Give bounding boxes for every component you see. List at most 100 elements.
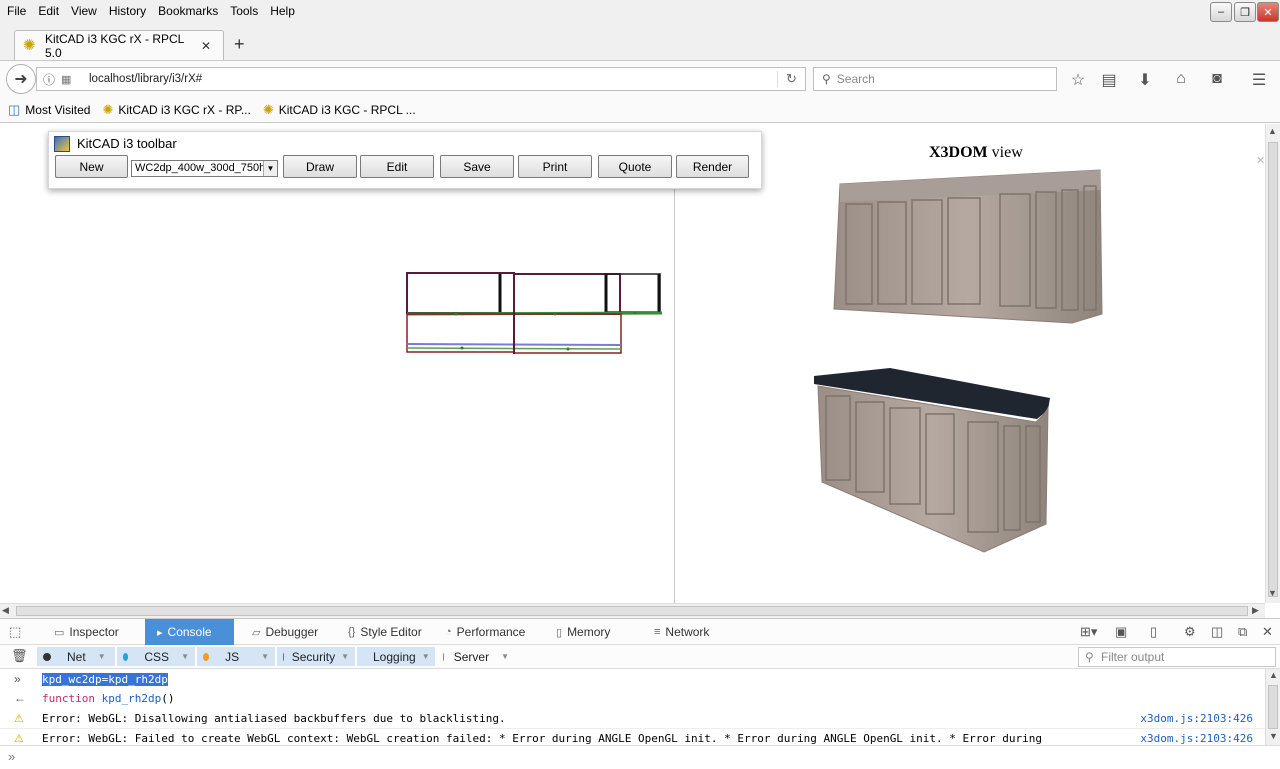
- scroll-left-icon[interactable]: ◀: [2, 605, 9, 616]
- scrollbar-thumb[interactable]: [16, 606, 1248, 616]
- filter-js[interactable]: JS ▼: [197, 647, 275, 666]
- home-icon[interactable]: ⌂: [1171, 70, 1191, 88]
- settings-gear-icon[interactable]: ⚙: [1184, 624, 1196, 640]
- url-bar[interactable]: ⓘ ▦ localhost/library/i3/rX# ↻: [36, 67, 806, 91]
- maximize-button[interactable]: ❐: [1234, 2, 1256, 22]
- edit-button[interactable]: Edit: [360, 155, 434, 178]
- new-tab-button[interactable]: +: [234, 34, 245, 55]
- base-cabinet-outline[interactable]: [406, 313, 515, 353]
- tab-strip: ✺ KitCAD i3 KGC rX - RPCL 5.0 ✕ +: [0, 22, 1280, 60]
- close-devtools-icon[interactable]: ✕: [1262, 624, 1273, 640]
- menu-bookmarks[interactable]: Bookmarks: [152, 4, 224, 18]
- toolbar-title: KitCAD i3 toolbar: [77, 136, 177, 151]
- save-button[interactable]: Save: [440, 155, 514, 178]
- dock-layout-icon[interactable]: ⊞▾: [1080, 624, 1097, 640]
- filter-server[interactable]: Server ▼: [437, 647, 515, 666]
- plan-view-canvas[interactable]: [400, 264, 670, 364]
- chevron-down-icon[interactable]: ▼: [263, 161, 277, 176]
- scroll-down-icon[interactable]: ▼: [1269, 731, 1278, 741]
- tab-console[interactable]: ▸ Console: [145, 619, 234, 645]
- menu-edit[interactable]: Edit: [32, 4, 65, 18]
- scroll-down-icon[interactable]: ▼: [1268, 588, 1277, 598]
- bookmark-most-visited[interactable]: ◫ Most Visited: [8, 102, 90, 118]
- snap-point[interactable]: [553, 312, 557, 316]
- filter-net[interactable]: Net ▼: [37, 647, 115, 666]
- element-picker-icon[interactable]: ⬚: [9, 624, 21, 640]
- cabinet-outline[interactable]: [406, 272, 515, 314]
- page-vertical-scrollbar[interactable]: ▲ ▼: [1265, 124, 1280, 603]
- dock-side-icon[interactable]: ◫: [1211, 624, 1223, 640]
- scroll-right-icon[interactable]: ▶: [1252, 605, 1259, 616]
- back-button[interactable]: ➜: [6, 64, 36, 94]
- error-source-link[interactable]: x3dom.js:2103:426: [1140, 732, 1253, 745]
- tab-style-editor[interactable]: {} Style Editor: [340, 619, 432, 645]
- bookmark-kitcad-rx[interactable]: ✺ KitCAD i3 KGC rX - RP...: [102, 102, 250, 118]
- new-button[interactable]: New: [55, 155, 128, 178]
- close-window-button[interactable]: ✕: [1257, 2, 1279, 22]
- snap-point[interactable]: [454, 312, 458, 316]
- trash-icon[interactable]: 🗑: [11, 648, 28, 664]
- scroll-up-icon[interactable]: ▲: [1269, 670, 1278, 680]
- tab-inspector[interactable]: ▭ Inspector: [44, 619, 126, 645]
- menu-file[interactable]: File: [0, 4, 32, 18]
- snap-point[interactable]: [460, 346, 464, 350]
- menu-history[interactable]: History: [103, 4, 152, 18]
- close-view-icon[interactable]: ✕: [1256, 154, 1265, 167]
- bookmark-kitcad-kgc[interactable]: ✺ KitCAD i3 KGC - RPCL ...: [263, 102, 416, 118]
- filter-logging[interactable]: Logging ▼: [357, 647, 435, 666]
- tab-debugger[interactable]: ▱ Debugger: [244, 619, 332, 645]
- print-button[interactable]: Print: [518, 155, 592, 178]
- draw-button[interactable]: Draw: [283, 155, 357, 178]
- error-source-link[interactable]: x3dom.js:2103:426: [1140, 712, 1253, 725]
- menu-view[interactable]: View: [65, 4, 103, 18]
- pocket-icon[interactable]: ◙: [1207, 70, 1227, 88]
- console-input-line[interactable]: » kpd_wc2dp=kpd_rh2dp: [0, 669, 1265, 689]
- snap-point[interactable]: [566, 347, 570, 351]
- render-button[interactable]: Render: [676, 155, 749, 178]
- search-input[interactable]: ⚲ Search: [813, 67, 1057, 91]
- console-result-text[interactable]: function kpd_rh2dp(): [42, 692, 174, 705]
- filter-css[interactable]: CSS ▼: [117, 647, 195, 666]
- separate-window-icon[interactable]: ⧉: [1238, 624, 1247, 640]
- base-cabinet-outline[interactable]: [513, 313, 622, 354]
- hamburger-menu-icon[interactable]: ☰: [1249, 70, 1269, 90]
- cabinet-outline[interactable]: [513, 273, 621, 315]
- scroll-up-icon[interactable]: ▲: [1268, 126, 1277, 136]
- filter-security[interactable]: Security ▼: [277, 647, 355, 666]
- menu-help[interactable]: Help: [264, 4, 301, 18]
- scrollbar-thumb[interactable]: [1268, 685, 1278, 729]
- console-error-row[interactable]: ⚠ Error: WebGL: Failed to create WebGL c…: [0, 729, 1265, 745]
- tab-network[interactable]: ≡ Network: [646, 619, 726, 645]
- browser-tab[interactable]: ✺ KitCAD i3 KGC rX - RPCL 5.0 ✕: [14, 30, 224, 60]
- close-tab-icon[interactable]: ✕: [201, 39, 217, 53]
- console-input[interactable]: »: [0, 745, 1280, 769]
- console-input-text[interactable]: kpd_wc2dp=kpd_rh2dp: [42, 672, 168, 686]
- console-error-row[interactable]: ⚠ Error: WebGL: Disallowing antialiased …: [0, 709, 1265, 729]
- console-scrollbar[interactable]: ▲ ▼: [1265, 669, 1280, 745]
- cabinet-select-value: WC2dp_400w_300d_750h: [135, 162, 266, 174]
- filter-output-input[interactable]: ⚲ Filter output: [1078, 647, 1276, 667]
- scrollbar-thumb[interactable]: [1268, 142, 1278, 597]
- menu-tools[interactable]: Tools: [224, 4, 264, 18]
- bookmark-star-icon[interactable]: ☆: [1068, 70, 1088, 90]
- cabinet-outline[interactable]: [605, 273, 661, 313]
- x3dom-canvas[interactable]: [800, 164, 1120, 564]
- network-icon: ≡: [654, 626, 661, 638]
- cabinet-select[interactable]: WC2dp_400w_300d_750h ▼: [131, 160, 278, 177]
- split-console-icon[interactable]: ▣: [1115, 624, 1127, 640]
- reload-icon[interactable]: ↻: [777, 71, 805, 87]
- info-icon[interactable]: ⓘ: [43, 71, 57, 88]
- console-output: » kpd_wc2dp=kpd_rh2dp ← function kpd_rh2…: [0, 669, 1265, 745]
- tab-title: KitCAD i3 KGC rX - RPCL 5.0: [45, 31, 184, 60]
- reading-list-icon[interactable]: ▤: [1099, 70, 1119, 90]
- url-text[interactable]: localhost/library/i3/rX#: [89, 73, 777, 85]
- console-result-line[interactable]: ← function kpd_rh2dp(): [0, 688, 1265, 708]
- tab-memory[interactable]: ▯ Memory: [548, 619, 624, 645]
- snap-point[interactable]: [633, 311, 637, 315]
- tab-performance[interactable]: ◔ Performance: [437, 619, 532, 645]
- page-horizontal-scrollbar[interactable]: ◀ ▶: [0, 603, 1265, 618]
- responsive-design-icon[interactable]: ▯: [1150, 624, 1157, 640]
- minimize-button[interactable]: –: [1210, 2, 1232, 22]
- quote-button[interactable]: Quote: [598, 155, 672, 178]
- download-icon[interactable]: ⬇: [1135, 70, 1155, 90]
